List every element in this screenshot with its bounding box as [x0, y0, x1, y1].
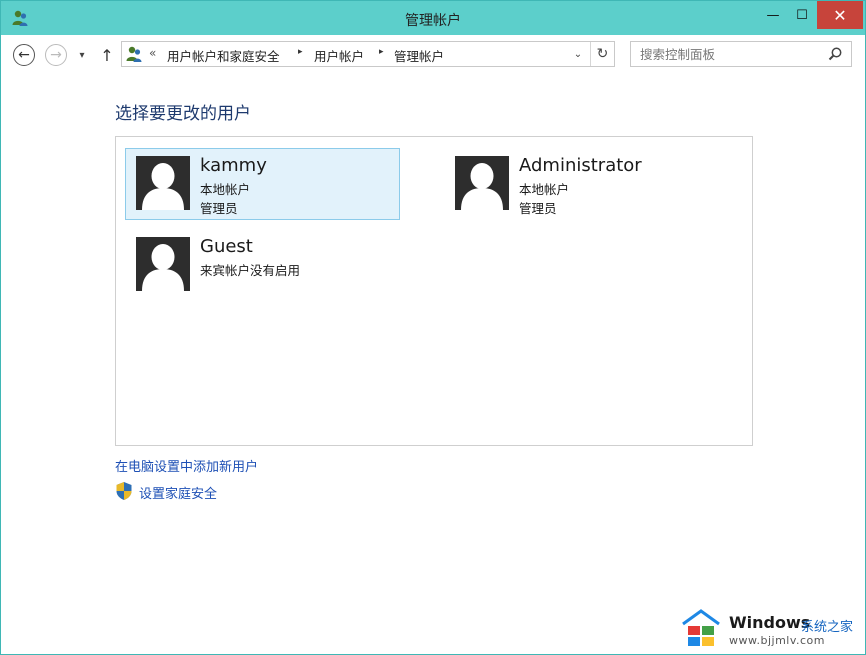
watermark-subtitle: 系统之家	[801, 620, 854, 635]
user-accounts-icon	[126, 46, 142, 62]
title-bar[interactable]: 管理帐户 — ☐ ✕	[1, 1, 865, 35]
windows-house-logo-icon	[682, 609, 720, 646]
search-icon[interactable]	[827, 46, 843, 62]
back-button[interactable]: ←	[13, 44, 35, 66]
page-title: 选择要更改的用户	[115, 104, 251, 124]
user-account-type: 本地帐户	[519, 182, 570, 197]
breadcrumb-item-manage-accounts[interactable]: 管理帐户	[394, 46, 444, 65]
family-safety-link[interactable]: 设置家庭安全	[139, 483, 217, 502]
user-account-status: 来宾帐户没有启用	[200, 263, 301, 278]
address-history-dropdown[interactable]: ⌄	[568, 42, 588, 66]
watermark: Windows 系统之家 www.bjjmlv.com	[677, 603, 865, 651]
breadcrumb-overflow-button[interactable]: «	[149, 46, 156, 60]
minimize-button[interactable]: —	[759, 1, 787, 29]
user-name: Guest	[200, 236, 253, 257]
search-input[interactable]	[632, 43, 822, 65]
avatar	[136, 156, 190, 210]
user-card-guest[interactable]: Guest 来宾帐户没有启用	[125, 229, 400, 301]
watermark-url: www.bjjmlv.com	[729, 634, 825, 647]
avatar	[136, 237, 190, 291]
watermark-title: Windows	[729, 613, 811, 632]
user-silhouette-icon	[142, 163, 184, 210]
user-silhouette-icon	[461, 163, 503, 210]
close-button[interactable]: ✕	[817, 1, 863, 29]
manage-accounts-window: 管理帐户 — ☐ ✕ ← → ▾ ↑ « 用户帐户和家庭安全 ▸ 用户帐户 ▸ …	[0, 0, 866, 655]
user-card-administrator[interactable]: Administrator 本地帐户 管理员	[444, 148, 719, 220]
user-role: 管理员	[200, 201, 238, 216]
navigation-bar: ← → ▾ ↑ « 用户帐户和家庭安全 ▸ 用户帐户 ▸ 管理帐户 ⌄ ↻	[1, 35, 865, 75]
breadcrumb-separator-icon[interactable]: ▸	[298, 47, 303, 57]
user-account-type: 本地帐户	[200, 182, 251, 197]
breadcrumb-item-user-accounts[interactable]: 用户帐户	[314, 46, 364, 65]
window-title: 管理帐户	[405, 13, 461, 29]
recent-locations-dropdown[interactable]: ▾	[73, 46, 91, 64]
user-name: kammy	[200, 155, 267, 176]
shield-icon	[116, 482, 132, 500]
add-new-user-link[interactable]: 在电脑设置中添加新用户	[115, 456, 258, 475]
user-list: kammy 本地帐户 管理员 Administrator 本地帐户 管理员 Gu…	[115, 136, 753, 446]
user-card-kammy[interactable]: kammy 本地帐户 管理员	[125, 148, 400, 220]
user-role: 管理员	[519, 201, 557, 216]
breadcrumb-item-user-accounts-family[interactable]: 用户帐户和家庭安全	[167, 46, 280, 65]
address-bar[interactable]: « 用户帐户和家庭安全 ▸ 用户帐户 ▸ 管理帐户 ⌄ ↻	[121, 41, 615, 67]
user-name: Administrator	[519, 155, 642, 176]
search-box[interactable]	[630, 41, 852, 67]
user-silhouette-icon	[142, 244, 184, 291]
breadcrumb-separator-icon[interactable]: ▸	[379, 47, 384, 57]
refresh-button[interactable]: ↻	[590, 42, 614, 66]
avatar	[455, 156, 509, 210]
maximize-button[interactable]: ☐	[787, 1, 817, 29]
up-button[interactable]: ↑	[97, 44, 117, 66]
forward-button[interactable]: →	[45, 44, 67, 66]
